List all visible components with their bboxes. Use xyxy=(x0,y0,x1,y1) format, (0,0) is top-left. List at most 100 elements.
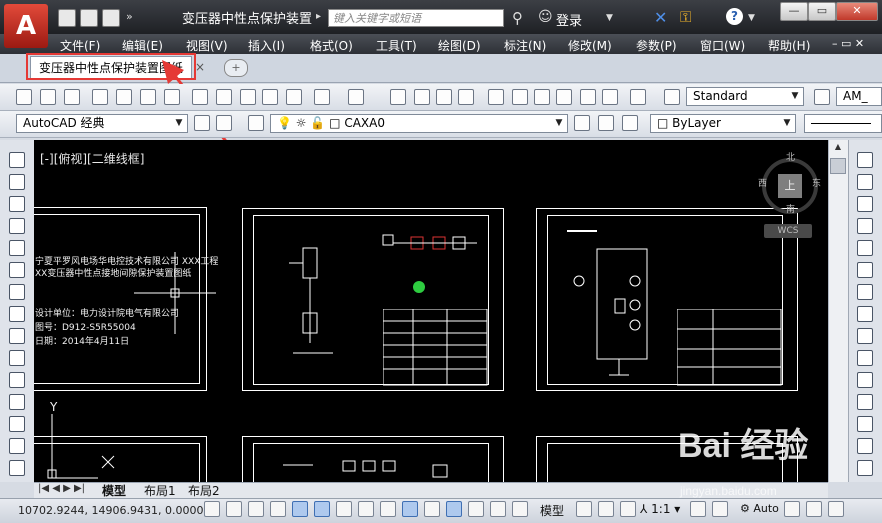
color-select[interactable]: □ ByLayer ▼ xyxy=(650,114,796,133)
ellipse-icon[interactable] xyxy=(9,350,25,366)
transparency-icon[interactable] xyxy=(446,501,462,517)
annotation-monitor-icon[interactable] xyxy=(512,501,528,517)
zoom-window-icon[interactable] xyxy=(436,89,452,105)
text-style-select[interactable]: Standard ▼ xyxy=(686,87,804,106)
text-style-icon[interactable] xyxy=(664,89,680,105)
lock-icon[interactable]: ⚿ xyxy=(680,8,691,26)
ortho-mode-icon[interactable] xyxy=(270,501,286,517)
menu-format[interactable]: 格式(O) xyxy=(310,37,353,54)
coordinate-readout[interactable]: 10702.9244, 14906.9431, 0.0000 xyxy=(18,504,203,517)
lineweight-icon[interactable] xyxy=(424,501,440,517)
quick-properties-icon[interactable] xyxy=(468,501,484,517)
sheet-set-icon[interactable] xyxy=(556,89,572,105)
close-button[interactable]: ✕ xyxy=(836,2,878,21)
open-icon[interactable] xyxy=(40,89,56,105)
scroll-thumb[interactable] xyxy=(830,158,846,174)
print-icon[interactable] xyxy=(92,89,108,105)
login-dropdown-icon[interactable]: ▼ xyxy=(606,13,613,23)
viewcube-top-face[interactable]: 上 xyxy=(778,174,802,198)
erase-icon[interactable] xyxy=(857,152,873,168)
quick-view-layouts-icon[interactable] xyxy=(576,501,592,517)
search-input[interactable]: 键入关键字或短语 xyxy=(328,9,504,27)
lock-ui-icon[interactable] xyxy=(784,501,800,517)
menu-file[interactable]: 文件(F) xyxy=(60,37,100,54)
save-icon[interactable] xyxy=(64,89,80,105)
maximize-viewport-icon[interactable] xyxy=(620,501,636,517)
model-space-button[interactable]: 模型 xyxy=(540,502,564,519)
scroll-up-icon[interactable]: ▲ xyxy=(830,142,846,156)
copy-object-icon[interactable] xyxy=(857,174,873,190)
menu-dimension[interactable]: 标注(N) xyxy=(504,37,546,54)
workspace-save-icon[interactable] xyxy=(216,115,232,131)
quick-view-drawings-icon[interactable] xyxy=(598,501,614,517)
grid-display-icon[interactable] xyxy=(248,501,264,517)
login-link[interactable]: 登录 xyxy=(556,10,582,29)
dynamic-ucs-icon[interactable] xyxy=(380,501,396,517)
compass-north[interactable]: 北 xyxy=(786,150,795,163)
circle-icon[interactable] xyxy=(9,284,25,300)
quick-access-more-icon[interactable]: » xyxy=(126,10,133,23)
workspace-switching[interactable]: ⚙ Auto xyxy=(740,502,779,515)
workspace-select[interactable]: AutoCAD 经典 ▼ xyxy=(16,114,188,133)
dynamic-input-icon[interactable] xyxy=(402,501,418,517)
layer-select[interactable]: 💡 ☼ 🔓 □ CAXA0 ▼ xyxy=(270,114,568,133)
construction-line-icon[interactable] xyxy=(9,174,25,190)
user-icon[interactable]: ☺ xyxy=(538,9,553,25)
properties-icon[interactable] xyxy=(488,89,504,105)
minimize-button[interactable]: — xyxy=(780,2,808,21)
menu-window[interactable]: 窗口(W) xyxy=(700,37,745,54)
viewport-controls-label[interactable]: [-][俯视][二维线框] xyxy=(40,150,144,167)
tab-model[interactable]: 模型 xyxy=(102,482,126,499)
vertical-scrollbar[interactable] xyxy=(828,140,849,482)
extend-icon[interactable] xyxy=(857,372,873,388)
title-expand-icon[interactable]: ▸ xyxy=(316,11,321,22)
pan-icon[interactable] xyxy=(390,89,406,105)
hatch-icon[interactable] xyxy=(9,460,25,476)
make-block-icon[interactable] xyxy=(9,416,25,432)
object-snap-tracking-icon[interactable] xyxy=(358,501,374,517)
point-icon[interactable] xyxy=(9,438,25,454)
arc-icon[interactable] xyxy=(9,262,25,278)
mirror-icon[interactable] xyxy=(857,196,873,212)
help-dropdown-icon[interactable]: ▼ xyxy=(748,13,755,23)
menu-insert[interactable]: 插入(I) xyxy=(248,37,285,54)
workspace-settings-icon[interactable] xyxy=(194,115,210,131)
cut-icon[interactable] xyxy=(192,89,208,105)
layout-nav-arrows[interactable]: |◀ ◀ ▶ ▶| xyxy=(38,483,85,494)
trim-icon[interactable] xyxy=(857,350,873,366)
compass-west[interactable]: 西 xyxy=(758,176,767,189)
new-file-icon[interactable] xyxy=(58,9,76,27)
help-icon[interactable]: ? xyxy=(726,8,743,25)
polygon-icon[interactable] xyxy=(9,218,25,234)
undo-icon[interactable] xyxy=(314,89,330,105)
redo-icon[interactable] xyxy=(348,89,364,105)
make-current-layer-icon[interactable] xyxy=(574,115,590,131)
compass-east[interactable]: 东 xyxy=(812,176,821,189)
scale-icon[interactable] xyxy=(857,306,873,322)
move-icon[interactable] xyxy=(857,262,873,278)
revision-cloud-icon[interactable] xyxy=(9,306,25,322)
tool-palettes-icon[interactable] xyxy=(534,89,550,105)
isolate-objects-icon[interactable] xyxy=(806,501,822,517)
new-icon[interactable] xyxy=(16,89,32,105)
annotation-scale[interactable]: ⅄ 1:1 ▾ xyxy=(640,502,680,516)
menu-modify[interactable]: 修改(M) xyxy=(568,37,612,54)
array-icon[interactable] xyxy=(857,240,873,256)
print-preview-icon[interactable] xyxy=(116,89,132,105)
compass-south[interactable]: 南 xyxy=(786,202,795,215)
snap-mode-icon[interactable] xyxy=(226,501,242,517)
help-toolbar-icon[interactable] xyxy=(630,89,646,105)
menu-tools[interactable]: 工具(T) xyxy=(376,37,417,54)
menu-view[interactable]: 视图(V) xyxy=(186,37,228,54)
wcs-menu[interactable]: WCS xyxy=(764,224,812,238)
zoom-realtime-icon[interactable] xyxy=(414,89,430,105)
menu-help[interactable]: 帮助(H) xyxy=(768,37,810,54)
3d-object-snap-icon[interactable] xyxy=(336,501,352,517)
match-properties-icon[interactable] xyxy=(262,89,278,105)
insert-block-icon[interactable] xyxy=(9,394,25,410)
doc-window-controls[interactable]: – ▭ ✕ xyxy=(832,37,864,50)
layer-previous-icon[interactable] xyxy=(598,115,614,131)
open-file-icon[interactable] xyxy=(80,9,98,27)
binoculars-icon[interactable]: ⚲ xyxy=(512,9,523,27)
linetype-select[interactable] xyxy=(804,114,882,133)
